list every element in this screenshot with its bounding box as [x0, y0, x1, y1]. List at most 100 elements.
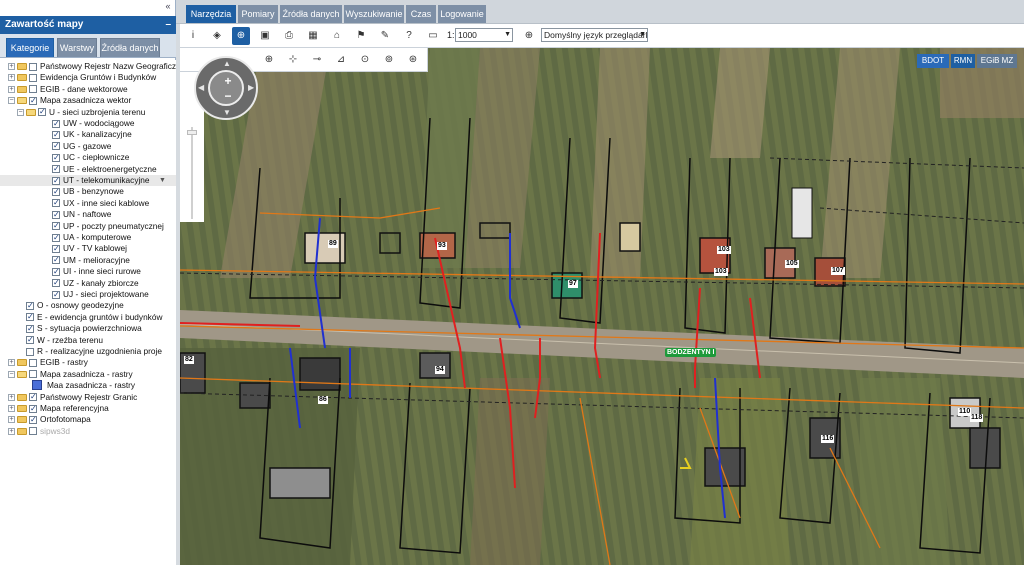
layer-button-bdot[interactable]: BDOT — [917, 54, 949, 68]
zoom-in-button[interactable]: + — [220, 75, 236, 87]
tree-item[interactable]: ✓ UB - benzynowe — [0, 186, 176, 197]
tag-icon[interactable]: ✎ — [376, 27, 394, 45]
tree-item[interactable]: ✓ UN - naftowe — [0, 209, 176, 220]
layer-checkbox[interactable]: ✓ — [52, 119, 60, 128]
tab-zrodla-danych-top[interactable]: Źródła danych — [280, 5, 342, 23]
add-point-icon[interactable]: ⊹ — [284, 51, 302, 69]
zoom-slider[interactable] — [187, 127, 197, 219]
layer-checkbox[interactable]: ✓ — [29, 404, 37, 413]
minimize-icon[interactable]: – — [165, 16, 171, 34]
layer-checkbox[interactable]: ✓ — [29, 96, 37, 105]
tree-item[interactable]: ✓ UK - kanalizacyjne — [0, 129, 176, 140]
layer-checkbox[interactable]: ✓ — [52, 142, 60, 151]
save-icon[interactable]: ▣ — [256, 27, 274, 45]
tab-pomiary[interactable]: Pomiary — [238, 5, 278, 23]
layer-checkbox[interactable]: ✓ — [38, 108, 46, 117]
layer-checkbox[interactable]: ✓ — [52, 233, 60, 242]
expand-icon[interactable]: + — [8, 359, 15, 367]
pan-up-icon[interactable]: ▲ — [223, 59, 231, 68]
tab-zrodla-danych[interactable]: Źródła danych — [100, 38, 160, 57]
layer-button-egib-mz[interactable]: EGiB MZ — [977, 54, 1017, 68]
collapse-icon[interactable]: − — [8, 97, 15, 105]
expand-icon[interactable]: + — [8, 85, 15, 93]
tree-item[interactable]: + sipws3d — [0, 426, 176, 437]
layer-checkbox[interactable]: ✓ — [52, 279, 60, 288]
layer-checkbox[interactable]: ✓ — [26, 313, 34, 322]
expand-icon[interactable]: + — [8, 416, 15, 424]
tree-item[interactable]: + EGIB - rastry — [0, 357, 176, 368]
table-icon[interactable]: ▦ — [304, 27, 322, 45]
layer-checkbox[interactable] — [29, 62, 37, 71]
tree-item[interactable]: + ✓ Ortofotomapa — [0, 414, 176, 425]
tree-item[interactable]: ✓ UM - melioracyjne — [0, 255, 176, 266]
layer-checkbox[interactable] — [29, 370, 37, 379]
expand-icon[interactable]: + — [8, 393, 15, 401]
tree-item[interactable]: ✓ UA - komputerowe — [0, 232, 176, 243]
tree-item[interactable]: ✓ S - sytuacja powierzchniowa — [0, 323, 176, 334]
tab-kategorie[interactable]: Kategorie — [6, 38, 54, 57]
expand-icon[interactable]: + — [8, 74, 15, 82]
tree-item[interactable]: + Państwowy Rejestr Nazw Geograficzn — [0, 61, 176, 72]
layer-checkbox[interactable]: ✓ — [52, 176, 60, 185]
tree-item[interactable]: − ✓ U - sieci uzbrojenia terenu — [0, 107, 176, 118]
edit-layer-icon[interactable]: ⊙ — [356, 51, 374, 69]
scale-select[interactable]: 1000 ▼ — [455, 28, 513, 42]
expand-icon[interactable]: + — [8, 63, 15, 70]
home-icon[interactable]: ⌂ — [328, 27, 346, 45]
remove-point-icon[interactable]: ⊸ — [308, 51, 326, 69]
map-canvas[interactable]: 89 93 97 103 103 105 107 82 94 86 110 11… — [180, 48, 1024, 565]
tree-item[interactable]: ✓ UC - ciepłownicze — [0, 152, 176, 163]
tab-warstwy[interactable]: Warstwy — [57, 38, 97, 57]
tree-item[interactable]: ✓ UG - gazowe — [0, 141, 176, 152]
layer-checkbox[interactable]: ✓ — [29, 415, 37, 424]
tree-item[interactable]: ✓ UE - elektroenergetyczne — [0, 164, 176, 175]
layer-checkbox[interactable]: ✓ — [29, 393, 37, 402]
tree-item[interactable]: + ✓ Mapa referencyjna — [0, 403, 176, 414]
tree-item[interactable]: + ✓ Państwowy Rejestr Granic — [0, 392, 176, 403]
tab-czas[interactable]: Czas — [406, 5, 436, 23]
tree-item[interactable]: ✓ UW - wodociągowe — [0, 118, 176, 129]
layer-checkbox[interactable]: ✓ — [52, 222, 60, 231]
tree-item[interactable]: ✓ O - osnowy geodezyjne — [0, 300, 176, 311]
layer-checkbox[interactable]: ✓ — [52, 244, 60, 253]
collapse-sidebar-icon[interactable]: « — [160, 0, 176, 13]
image-icon[interactable]: ▭ — [424, 27, 442, 45]
pan-zoom-control[interactable]: ▲ ▼ ◀ ▶ + − — [194, 56, 258, 120]
layer-checkbox[interactable] — [29, 427, 37, 436]
pan-left-icon[interactable]: ◀ — [198, 83, 204, 92]
collapse-icon[interactable]: − — [17, 108, 24, 116]
collapse-icon[interactable]: − — [8, 370, 15, 378]
layer-checkbox[interactable] — [29, 358, 37, 367]
layer-checkbox[interactable]: ✓ — [52, 256, 60, 265]
layer-checkbox[interactable]: ✓ — [26, 324, 34, 333]
pan-down-icon[interactable]: ▼ — [223, 108, 231, 117]
expand-icon[interactable]: + — [8, 405, 15, 412]
layer-checkbox[interactable]: ✓ — [52, 153, 60, 162]
layer-checkbox[interactable] — [29, 85, 37, 94]
language-select[interactable]: Domyślny język przeglądarki ▼ — [541, 28, 648, 42]
tab-logowanie[interactable]: Logowanie — [438, 5, 486, 23]
tab-narzedzia[interactable]: Narzędzia — [186, 5, 236, 23]
tree-item[interactable]: ✓ UX - inne sieci kablowe — [0, 198, 176, 209]
info-icon[interactable]: i — [184, 27, 202, 45]
globe-icon[interactable]: ⊕ — [260, 51, 278, 69]
layer-checkbox[interactable]: ✓ — [52, 267, 60, 276]
layer-checkbox[interactable]: ✓ — [52, 210, 60, 219]
pan-right-icon[interactable]: ▶ — [248, 83, 254, 92]
layer-checkbox[interactable]: ✓ — [52, 199, 60, 208]
item-menu-icon[interactable]: ▼ — [159, 175, 166, 186]
layers-icon[interactable]: ◈ — [208, 27, 226, 45]
tree-item[interactable]: + Ewidencja Gruntów i Budynków — [0, 72, 176, 83]
zoom-active-icon[interactable]: ⊕ — [232, 27, 250, 45]
zoom-out-button[interactable]: − — [220, 90, 236, 102]
layer-checkbox[interactable] — [26, 347, 34, 356]
layer-checkbox[interactable]: ✓ — [52, 187, 60, 196]
tree-item[interactable]: ✓ E - ewidencja gruntów i budynków — [0, 312, 176, 323]
view-layer-icon[interactable]: ⊚ — [380, 51, 398, 69]
tree-item[interactable]: ✓ UP - poczty pneumatycznej — [0, 221, 176, 232]
measure-icon[interactable]: ⊿ — [332, 51, 350, 69]
layer-checkbox[interactable]: ✓ — [26, 301, 34, 310]
tree-item[interactable]: ✓ UZ - kanały zbiorcze — [0, 278, 176, 289]
tree-item[interactable]: ✓ UJ - sieci projektowane — [0, 289, 176, 300]
tree-item[interactable]: Maa zasadnicza - rastry — [0, 380, 176, 391]
